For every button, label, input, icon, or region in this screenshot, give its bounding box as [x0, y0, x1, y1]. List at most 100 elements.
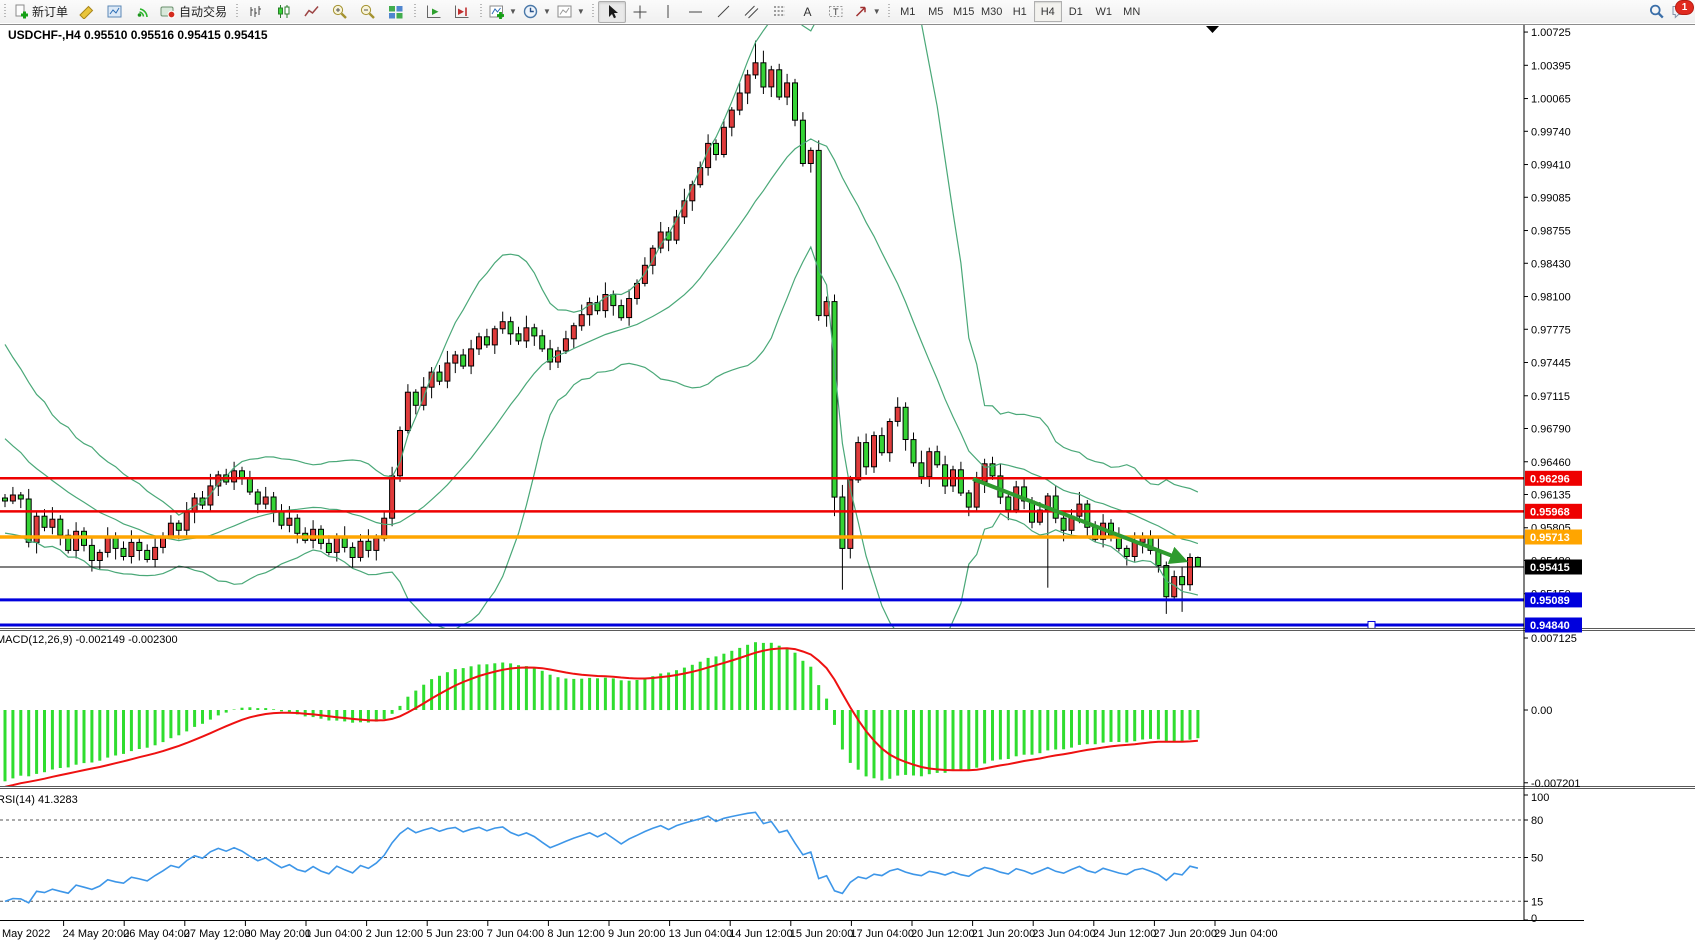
svg-text:23 Jun 04:00: 23 Jun 04:00	[1032, 928, 1096, 940]
periods-button[interactable]: ▼	[520, 1, 554, 23]
svg-text:50: 50	[1531, 853, 1543, 865]
chart-title: USDCHF-,H4 0.95510 0.95516 0.95415 0.954…	[8, 28, 268, 42]
svg-text:0.95415: 0.95415	[1530, 562, 1570, 574]
svg-text:May 2022: May 2022	[2, 928, 50, 940]
toolbar-grip	[590, 3, 596, 21]
timeframe-h4[interactable]: H4	[1034, 1, 1062, 22]
svg-text:8 Jun 12:00: 8 Jun 12:00	[547, 928, 605, 940]
crosshair-icon	[632, 4, 648, 19]
toolbar-grip	[412, 3, 418, 21]
autotrade-label: 自动交易	[179, 3, 229, 20]
timeframe-w1[interactable]: W1	[1090, 1, 1118, 22]
vertical-line-button[interactable]	[654, 1, 682, 23]
vertical-line-icon	[660, 4, 676, 19]
svg-text:0.96296: 0.96296	[1530, 473, 1570, 485]
svg-text:29 Jun 04:00: 29 Jun 04:00	[1214, 928, 1278, 940]
bar-chart-button[interactable]	[242, 1, 270, 23]
bar-chart-icon	[248, 4, 264, 19]
signal-icon	[135, 4, 151, 19]
market-watch-icon	[107, 4, 123, 19]
timeframe-m15[interactable]: M15	[950, 1, 978, 22]
svg-text:17 Jun 04:00: 17 Jun 04:00	[850, 928, 914, 940]
equidistant-channel-icon	[744, 4, 760, 19]
cursor-button[interactable]	[598, 1, 626, 23]
timeframe-m5[interactable]: M5	[922, 1, 950, 22]
svg-text:0: 0	[1531, 913, 1537, 925]
community-chat-button[interactable]: 1	[1671, 4, 1687, 19]
svg-text:0.95089: 0.95089	[1530, 595, 1570, 607]
toolbar-grip	[886, 3, 892, 21]
search-button[interactable]	[1643, 1, 1671, 23]
svg-text:24 Jun 12:00: 24 Jun 12:00	[1093, 928, 1157, 940]
fibonacci-button[interactable]	[766, 1, 794, 23]
candlestick-chart-button[interactable]	[270, 1, 298, 23]
signal-button[interactable]	[129, 1, 157, 23]
tile-windows-button[interactable]	[382, 1, 410, 23]
indicators-button[interactable]: ▼	[486, 1, 520, 23]
timeframe-mn[interactable]: MN	[1118, 1, 1146, 22]
svg-text:80: 80	[1531, 815, 1543, 827]
text-label-button[interactable]: T	[822, 1, 850, 23]
svg-text:1.00065: 1.00065	[1531, 94, 1571, 106]
zoom-out-icon	[360, 4, 376, 19]
chevron-down-icon: ▼	[873, 7, 881, 16]
svg-text:0.96460: 0.96460	[1531, 457, 1571, 469]
svg-text:21 Jun 20:00: 21 Jun 20:00	[972, 928, 1036, 940]
new-order-button[interactable]: 新订单	[10, 1, 73, 23]
chevron-down-icon: ▼	[543, 7, 551, 16]
arrows-button[interactable]: ▼	[850, 1, 884, 23]
new-order-label: 新订单	[32, 3, 70, 20]
timeframe-m30[interactable]: M30	[978, 1, 1006, 22]
templates-button[interactable]: ▼	[554, 1, 588, 23]
mt4-window: 新订单 自动交易 ▼ ▼ ▼ A T ▼ M1 M	[0, 0, 1695, 943]
svg-text:0.96135: 0.96135	[1531, 489, 1571, 501]
arrow-icon	[853, 4, 869, 19]
market-watch-button[interactable]	[101, 1, 129, 23]
chart-area: USDCHF-,H4 0.95510 0.95516 0.95415 0.954…	[0, 23, 1695, 943]
text-label-icon: T	[828, 4, 844, 19]
candlestick-chart-icon	[276, 4, 292, 19]
toolbar-grip	[478, 3, 484, 21]
line-chart-button[interactable]	[298, 1, 326, 23]
trend-line-button[interactable]	[710, 1, 738, 23]
crayon-button[interactable]	[73, 1, 101, 23]
svg-text:0.00: 0.00	[1531, 705, 1552, 717]
svg-text:0.007125: 0.007125	[1531, 633, 1577, 645]
svg-text:0.97445: 0.97445	[1531, 358, 1571, 370]
templates-icon	[557, 4, 573, 19]
crayon-icon	[79, 4, 95, 19]
text-button[interactable]: A	[794, 1, 822, 23]
timeframe-m1[interactable]: M1	[894, 1, 922, 22]
svg-text:0.99740: 0.99740	[1531, 126, 1571, 138]
horizontal-line-icon	[688, 4, 704, 19]
svg-text:27 Jun 20:00: 27 Jun 20:00	[1153, 928, 1217, 940]
svg-text:9 Jun 20:00: 9 Jun 20:00	[608, 928, 666, 940]
zoom-out-button[interactable]	[354, 1, 382, 23]
svg-text:27 May 12:00: 27 May 12:00	[184, 928, 251, 940]
svg-text:1.00395: 1.00395	[1531, 60, 1571, 72]
svg-text:15: 15	[1531, 896, 1543, 908]
svg-text:30 May 20:00: 30 May 20:00	[244, 928, 311, 940]
toolbar-grip	[234, 3, 240, 21]
auto-scroll-icon	[426, 4, 442, 19]
svg-text:0.97115: 0.97115	[1531, 391, 1570, 403]
timeframe-d1[interactable]: D1	[1062, 1, 1090, 22]
svg-text:24 May 20:00: 24 May 20:00	[63, 928, 130, 940]
line-handle[interactable]	[1368, 621, 1375, 628]
svg-text:7 Jun 04:00: 7 Jun 04:00	[487, 928, 545, 940]
autotrade-button[interactable]: 自动交易	[157, 1, 232, 23]
svg-text:2 Jun 12:00: 2 Jun 12:00	[366, 928, 424, 940]
svg-text:0.97775: 0.97775	[1531, 324, 1571, 336]
auto-scroll-button[interactable]	[420, 1, 448, 23]
horizontal-line-button[interactable]	[682, 1, 710, 23]
zoom-in-button[interactable]	[326, 1, 354, 23]
crosshair-button[interactable]	[626, 1, 654, 23]
svg-text:0.98430: 0.98430	[1531, 258, 1571, 270]
new-order-icon	[13, 4, 29, 19]
svg-text:26 May 04:00: 26 May 04:00	[123, 928, 190, 940]
timeframe-h1[interactable]: H1	[1006, 1, 1034, 22]
equidistant-channel-button[interactable]	[738, 1, 766, 23]
notification-badge: 1	[1675, 0, 1694, 15]
chart-shift-button[interactable]	[448, 1, 476, 23]
chart-shift-icon	[454, 4, 470, 19]
